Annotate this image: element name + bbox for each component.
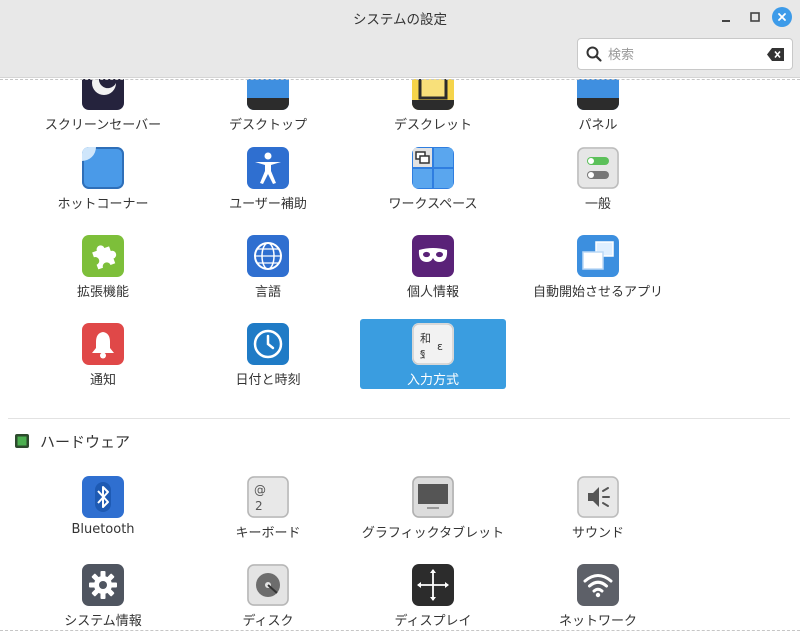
screensaver-icon <box>82 79 124 110</box>
close-icon <box>778 13 786 21</box>
settings-item-notifications[interactable]: 通知 <box>30 321 176 391</box>
hot-corner-icon <box>82 147 124 189</box>
display-icon <box>412 564 454 606</box>
scroll-top-edge <box>0 79 800 80</box>
window-title: システムの設定 <box>352 12 448 28</box>
settings-item-system-info[interactable]: システム情報 <box>30 562 176 632</box>
wifi-icon <box>577 564 619 606</box>
svg-text:ฐ: ฐ <box>420 348 426 359</box>
settings-item-screensaver[interactable]: スクリーンセーバー <box>30 79 176 136</box>
maximize-button[interactable] <box>745 7 765 27</box>
chip-icon <box>15 434 29 448</box>
minimize-button[interactable] <box>716 7 736 27</box>
clock-icon <box>247 323 289 365</box>
title-bar: システムの設定 <box>0 0 800 78</box>
svg-text:2: 2 <box>255 499 263 513</box>
gear-icon <box>82 564 124 606</box>
settings-item-keyboard[interactable]: @2 キーボード <box>195 474 341 544</box>
desklet-icon <box>412 79 454 110</box>
search-input[interactable] <box>608 45 758 65</box>
minimize-icon <box>722 20 730 22</box>
settings-item-display[interactable]: ディスプレイ <box>360 562 506 632</box>
settings-item-bluetooth[interactable]: Bluetooth <box>30 474 176 544</box>
startup-apps-icon <box>577 235 619 277</box>
close-button[interactable] <box>772 7 792 27</box>
settings-item-network[interactable]: ネットワーク <box>525 562 671 632</box>
accessibility-icon <box>247 147 289 189</box>
settings-item-graphics-tablet[interactable]: グラフィックタブレット <box>360 474 506 544</box>
svg-text:和: 和 <box>420 332 431 345</box>
input-method-icon: 和ฐε <box>412 323 454 365</box>
desktop-icon <box>247 79 289 110</box>
settings-item-date-time[interactable]: 日付と時刻 <box>195 321 341 391</box>
settings-item-language[interactable]: 言語 <box>195 233 341 303</box>
settings-item-disks[interactable]: ディスク <box>195 562 341 632</box>
workspace-icon <box>412 147 454 189</box>
settings-item-startup-apps[interactable]: 自動開始させるアプリ <box>525 233 671 303</box>
puzzle-icon <box>82 235 124 277</box>
language-globe-icon <box>247 235 289 277</box>
bell-icon <box>82 323 124 365</box>
settings-item-hot-corner[interactable]: ホットコーナー <box>30 145 176 215</box>
svg-text:ε: ε <box>437 340 443 353</box>
settings-item-input-method[interactable]: 和ฐε 入力方式 <box>360 319 506 389</box>
disk-icon <box>247 564 289 606</box>
search-box[interactable] <box>577 38 793 70</box>
settings-item-general[interactable]: 一般 <box>525 145 671 215</box>
scroll-bottom-edge <box>0 630 800 631</box>
speaker-icon <box>577 476 619 518</box>
maximize-icon <box>750 12 760 22</box>
settings-item-extensions[interactable]: 拡張機能 <box>30 233 176 303</box>
tablet-icon <box>412 476 454 518</box>
general-toggle-icon <box>577 147 619 189</box>
settings-content: スクリーンセーバー デスクトップ デスクレット パネル ホットコーナー ユーザー… <box>0 79 800 632</box>
mask-icon <box>412 235 454 277</box>
svg-text:@: @ <box>254 483 266 497</box>
keyboard-icon: @2 <box>247 476 289 518</box>
settings-item-sound[interactable]: サウンド <box>525 474 671 544</box>
settings-item-panel[interactable]: パネル <box>525 79 671 136</box>
bluetooth-icon <box>82 476 124 518</box>
settings-item-desktop[interactable]: デスクトップ <box>195 79 341 136</box>
settings-item-personal-info[interactable]: 個人情報 <box>360 233 506 303</box>
section-header-hardware: ハードウェア <box>14 431 130 451</box>
settings-item-accessibility[interactable]: ユーザー補助 <box>195 145 341 215</box>
section-divider <box>8 418 790 419</box>
search-icon <box>586 46 602 62</box>
clear-search-icon[interactable] <box>767 48 784 61</box>
section-title: ハードウェア <box>40 432 131 451</box>
settings-item-desklet[interactable]: デスクレット <box>360 79 506 136</box>
settings-item-workspace[interactable]: ワークスペース <box>360 145 506 215</box>
panel-icon <box>577 79 619 110</box>
